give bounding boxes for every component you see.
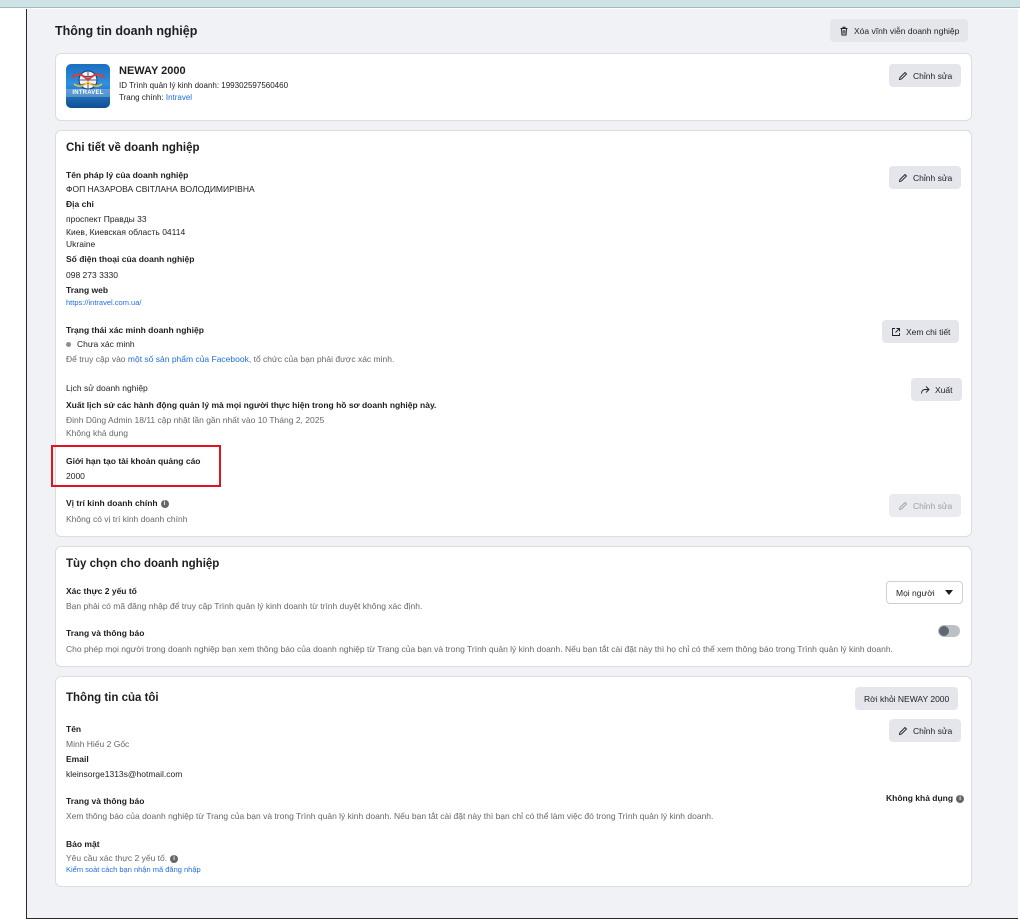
view-details-button[interactable]: Xem chi tiết [882,320,960,343]
pencil-icon [898,501,908,510]
verification-note-link[interactable]: một số sản phẩm của Facebook [128,354,249,364]
share-icon [921,385,930,394]
history-updated: Đinh Dũng Admin 18/11 cập nhật lần gần n… [66,415,325,425]
logo-text: INTRAVEL [72,90,104,96]
primary-location-value: Không có vị trí kinh doanh chính [66,514,188,524]
edit-location-label: Chỉnh sửa [913,500,953,511]
edit-label: Chỉnh sửa [913,725,953,736]
login-code-settings-link[interactable]: Kiểm soát cách bạn nhận mã đăng nhập [66,865,201,874]
my-info-title: Thông tin của tôi [66,692,159,704]
email-value: kleinsorge1313s@hotmail.com [66,769,183,779]
caret-down-icon [944,590,953,595]
legal-name-label: Tên pháp lý của doanh nghiệp [66,170,189,180]
name-value: Minh Hiếu 2 Gốc [66,739,130,749]
my-notifications-status-text: Không khả dụng [886,793,954,803]
edit-business-button[interactable]: Chỉnh sửa [889,64,962,87]
business-logo: INTRAVEL [66,64,110,108]
settings-panel: Thông tin doanh nghiệp Xóa vĩnh viễn doa… [26,9,1018,919]
address-line-1: проспект Правды 33 [66,214,147,224]
phone-label: Số điện thoại của doanh nghiệp [66,254,195,264]
website-label: Trang web [66,285,109,295]
business-summary-card: INTRAVEL NEWAY 2000 ID Trình quản lý kin… [55,53,972,121]
verification-note: Để truy cập vào một số sản phẩm của Face… [66,354,394,364]
edit-location-button[interactable]: Chỉnh sửa [889,494,962,517]
edit-label: Chỉnh sửa [913,70,953,81]
verification-label: Trạng thái xác minh doanh nghiệp [66,325,204,335]
details-title: Chi tiết về doanh nghiệp [66,142,200,154]
address-line-3: Ukraine [66,239,96,249]
globe-icon [71,70,105,90]
export-history-button[interactable]: Xuất [911,378,962,401]
info-icon[interactable]: i [160,499,169,508]
two-factor-label: Xác thực 2 yếu tố [66,586,137,596]
verification-status: Chưa xác minh [66,339,135,349]
name-label: Tên [66,724,82,734]
delete-business-button[interactable]: Xóa vĩnh viễn doanh nghiệp [830,19,969,42]
edit-my-info-button[interactable]: Chỉnh sửa [889,719,962,742]
info-icon[interactable]: i [956,794,965,803]
primary-page-link[interactable]: Intravel [166,93,192,102]
delete-business-label: Xóa vĩnh viễn doanh nghiệp [854,25,960,36]
trash-icon [840,26,848,35]
verification-status-text: Chưa xác minh [77,339,135,349]
pages-notifications-description: Cho phép mọi người trong doanh nghiệp bạ… [66,644,893,654]
edit-label: Chỉnh sửa [913,172,953,183]
pages-notifications-toggle[interactable] [938,625,960,637]
leave-business-button[interactable]: Rời khỏi NEWAY 2000 [855,687,959,710]
my-notifications-description: Xem thông báo của doanh nghiệp từ Trang … [66,811,714,821]
business-options-card: Tùy chọn cho doanh nghiệp Xác thực 2 yếu… [55,546,972,667]
security-description-text: Yêu cầu xác thực 2 yếu tố. [66,853,168,863]
legal-name-value: ФОП НАЗАРОВА СВІТЛАНА ВОЛОДИМИРІВНА [66,184,255,194]
page-title: Thông tin doanh nghiệp [55,24,198,38]
address-label: Địa chỉ [66,199,94,209]
history-label: Lịch sử doanh nghiệp [66,383,148,393]
two-factor-selected: Mọi người [896,587,935,598]
two-factor-description: Bạn phải có mã đăng nhập để truy cập Trì… [66,601,423,611]
primary-page-row: Trang chính: Intravel [119,93,192,102]
history-unavailable: Không khả dụng [66,428,128,438]
two-factor-select[interactable]: Mọi người [886,581,963,604]
options-title: Tùy chọn cho doanh nghiệp [66,558,220,570]
business-manager-id: ID Trình quản lý kinh doanh: 19930259756… [119,81,289,90]
security-label: Bảo mật [66,839,100,849]
toggle-knob [939,626,949,636]
my-notifications-status: Không khả dụng i [886,793,965,803]
address-line-2: Киев, Киевская область 04114 [66,227,186,237]
verification-note-prefix: Để truy cập vào [66,354,128,364]
primary-location-label-text: Vị trí kinh doanh chính [66,498,158,508]
pencil-icon [898,726,908,735]
view-details-label: Xem chi tiết [906,326,951,337]
info-icon[interactable]: i [170,854,179,863]
pencil-icon [898,71,908,80]
security-description: Yêu cầu xác thực 2 yếu tố. i [66,853,179,863]
pages-notifications-label: Trang và thông báo [66,628,145,638]
export-label: Xuất [935,384,953,395]
my-info-card: Thông tin của tôi Rời khỏi NEWAY 2000 Ch… [55,676,972,887]
email-label: Email [66,754,89,764]
my-notifications-label: Trang và thông báo [66,796,145,806]
primary-page-label: Trang chính: [119,93,166,102]
phone-value: 098 273 3330 [66,270,118,280]
verification-note-suffix: , tổ chức của bạn phải được xác minh. [248,354,395,364]
external-link-icon [892,327,900,336]
history-description: Xuất lịch sử các hành động quản lý mà mọ… [66,400,437,410]
business-name: NEWAY 2000 [119,65,186,77]
leave-business-label: Rời khỏi NEWAY 2000 [864,693,950,704]
status-dot-icon [66,342,71,348]
highlight-box [51,445,221,487]
primary-location-label: Vị trí kinh doanh chính i [66,498,169,508]
edit-details-button[interactable]: Chỉnh sửa [889,166,962,189]
window-top-strip [0,0,1020,8]
website-link[interactable]: https://intravel.com.ua/ [66,298,141,307]
pencil-icon [898,173,908,182]
